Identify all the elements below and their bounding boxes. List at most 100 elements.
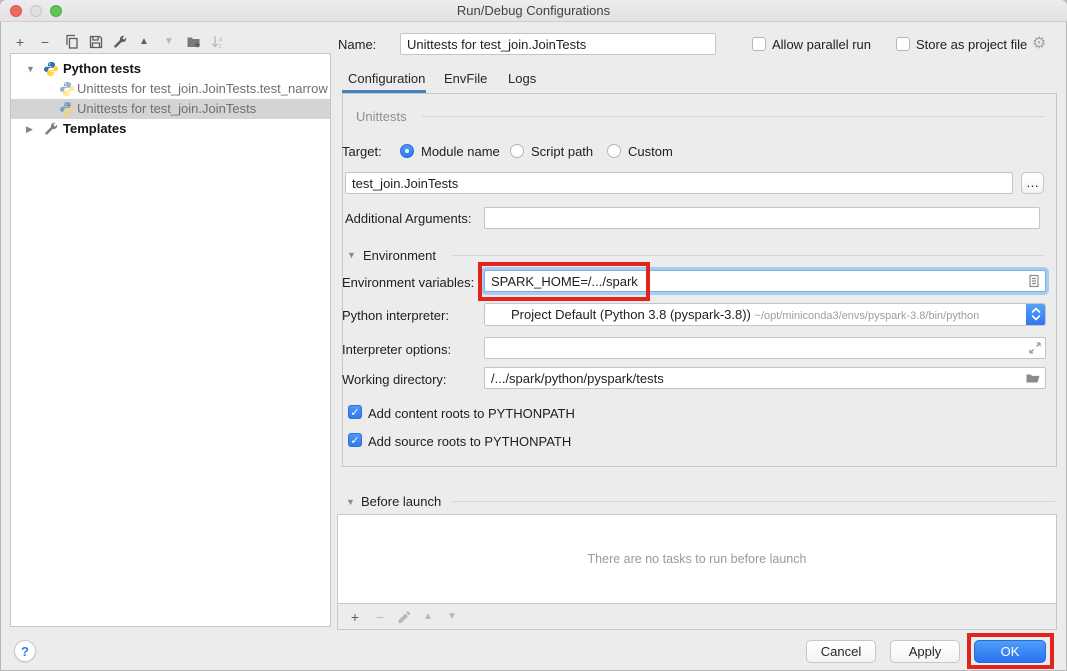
conda-environment-icon bbox=[491, 307, 507, 323]
python-interpreter-select[interactable]: Project Default (Python 3.8 (pyspark-3.8… bbox=[484, 303, 1046, 326]
remove-task-button[interactable]: − bbox=[372, 609, 388, 625]
radio-module-name-label: Module name bbox=[421, 144, 500, 159]
help-button[interactable]: ? bbox=[14, 640, 36, 662]
allow-parallel-run-label: Allow parallel run bbox=[772, 37, 871, 52]
environment-section-title[interactable]: Environment bbox=[363, 248, 436, 263]
ok-button[interactable]: OK bbox=[974, 640, 1046, 663]
python-test-icon bbox=[59, 101, 75, 117]
tree-item-label: Unittests for test_join.JoinTests bbox=[77, 99, 256, 119]
edit-task-button[interactable] bbox=[396, 609, 412, 625]
tree-group-python-tests[interactable]: ▼ Python tests bbox=[11, 59, 330, 79]
plus-icon: + bbox=[12, 34, 28, 50]
templates-wrench-icon bbox=[43, 121, 59, 137]
add-source-roots-label: Add source roots to PYTHONPATH bbox=[368, 434, 571, 449]
create-folder-button[interactable] bbox=[186, 34, 202, 50]
add-content-roots-checkbox[interactable]: ✓ bbox=[348, 405, 362, 419]
tree-group-label: Templates bbox=[63, 119, 126, 139]
tree-collapsed-icon[interactable]: ▶ bbox=[26, 119, 33, 139]
unittests-section-title: Unittests bbox=[356, 109, 407, 124]
interpreter-options-input[interactable] bbox=[484, 337, 1046, 359]
cancel-button[interactable]: Cancel bbox=[806, 640, 876, 663]
wrench-icon bbox=[112, 34, 128, 50]
tab-envfile[interactable]: EnvFile bbox=[444, 71, 487, 91]
select-stepper[interactable] bbox=[1026, 303, 1045, 326]
target-label: Target: bbox=[342, 144, 382, 159]
edit-templates-button[interactable] bbox=[112, 34, 128, 50]
tree-group-label: Python tests bbox=[63, 59, 141, 79]
radio-custom-label: Custom bbox=[628, 144, 673, 159]
radio-script-path-label: Script path bbox=[531, 144, 593, 159]
move-down-icon: ▼ bbox=[444, 609, 460, 625]
move-up-button[interactable]: ▲ bbox=[136, 34, 152, 50]
interpreter-path: ~/opt/miniconda3/envs/pyspark-3.8/bin/py… bbox=[755, 310, 980, 322]
minus-icon: − bbox=[37, 34, 53, 50]
python-interpreter-label: Python interpreter: bbox=[342, 308, 449, 323]
radio-module-name[interactable] bbox=[400, 144, 414, 158]
environment-variables-input[interactable] bbox=[484, 270, 1046, 292]
pencil-icon bbox=[396, 609, 412, 625]
before-launch-section-title[interactable]: Before launch bbox=[361, 494, 441, 509]
remove-configuration-button[interactable]: − bbox=[37, 34, 53, 50]
add-task-button[interactable]: + bbox=[347, 609, 363, 625]
copy-icon bbox=[64, 34, 80, 50]
copy-configuration-button[interactable] bbox=[64, 34, 80, 50]
title-bar: Run/Debug Configurations bbox=[0, 0, 1067, 22]
before-launch-task-list[interactable]: There are no tasks to run before launch bbox=[338, 515, 1056, 604]
tree-expanded-icon[interactable]: ▼ bbox=[26, 59, 35, 79]
python-tests-icon bbox=[43, 61, 59, 77]
before-launch-empty-message: There are no tasks to run before launch bbox=[588, 552, 807, 566]
working-directory-input[interactable] bbox=[484, 367, 1046, 389]
browse-module-button[interactable]: … bbox=[1021, 172, 1044, 194]
section-divider bbox=[452, 255, 1044, 256]
interpreter-options-label: Interpreter options: bbox=[342, 342, 451, 357]
apply-button[interactable]: Apply bbox=[890, 640, 960, 663]
gear-icon[interactable]: ⚙ bbox=[1032, 36, 1046, 52]
name-label: Name: bbox=[338, 37, 376, 52]
section-divider bbox=[422, 116, 1044, 117]
interpreter-name: Project Default (Python 3.8 (pyspark-3.8… bbox=[511, 307, 751, 322]
browse-folder-icon[interactable] bbox=[1025, 370, 1041, 386]
move-down-button[interactable]: ▼ bbox=[161, 34, 177, 50]
move-task-down-button[interactable]: ▼ bbox=[444, 609, 460, 625]
environment-variables-label: Environment variables: bbox=[342, 275, 474, 290]
radio-custom[interactable] bbox=[607, 144, 621, 158]
before-launch-panel: There are no tasks to run before launch … bbox=[337, 514, 1057, 630]
new-folder-icon bbox=[186, 34, 202, 50]
module-name-input[interactable] bbox=[345, 172, 1013, 194]
tree-item-label: Unittests for test_join.JoinTests.test_n… bbox=[77, 79, 328, 99]
tab-logs[interactable]: Logs bbox=[508, 71, 536, 91]
section-divider bbox=[452, 501, 1055, 502]
working-directory-label: Working directory: bbox=[342, 372, 447, 387]
environment-collapse-icon[interactable]: ▼ bbox=[347, 250, 356, 260]
add-configuration-button[interactable]: + bbox=[12, 34, 28, 50]
sort-az-icon bbox=[210, 34, 226, 50]
run-debug-configurations-dialog: Run/Debug Configurations + − ▲ ▼ ▼ Pytho… bbox=[0, 0, 1067, 671]
radio-script-path[interactable] bbox=[510, 144, 524, 158]
move-down-icon: ▼ bbox=[161, 34, 177, 50]
additional-arguments-label: Additional Arguments: bbox=[345, 211, 471, 226]
add-source-roots-checkbox[interactable]: ✓ bbox=[348, 433, 362, 447]
save-icon bbox=[88, 34, 104, 50]
move-task-up-button[interactable]: ▲ bbox=[420, 609, 436, 625]
window-title: Run/Debug Configurations bbox=[0, 3, 1067, 18]
move-up-icon: ▲ bbox=[420, 609, 436, 625]
additional-arguments-input[interactable] bbox=[484, 207, 1040, 229]
plus-icon: + bbox=[347, 609, 363, 625]
save-configuration-button[interactable] bbox=[88, 34, 104, 50]
allow-parallel-run-checkbox[interactable] bbox=[752, 37, 766, 51]
expand-field-icon[interactable] bbox=[1027, 340, 1043, 356]
tab-configuration[interactable]: Configuration bbox=[348, 71, 425, 91]
tree-item-test-narrow[interactable]: Unittests for test_join.JoinTests.test_n… bbox=[11, 79, 330, 99]
before-launch-collapse-icon[interactable]: ▼ bbox=[346, 497, 355, 507]
minus-icon: − bbox=[372, 609, 388, 625]
edit-variables-icon[interactable] bbox=[1026, 273, 1042, 289]
python-test-icon bbox=[59, 81, 75, 97]
add-content-roots-label: Add content roots to PYTHONPATH bbox=[368, 406, 575, 421]
move-up-icon: ▲ bbox=[136, 34, 152, 50]
sort-configurations-button[interactable] bbox=[210, 34, 226, 50]
name-input[interactable] bbox=[400, 33, 716, 55]
configurations-tree: ▼ Python tests Unittests for test_join.J… bbox=[10, 53, 331, 627]
tree-item-jointests-selected[interactable]: Unittests for test_join.JoinTests bbox=[11, 99, 330, 119]
store-as-project-file-checkbox[interactable] bbox=[896, 37, 910, 51]
tree-group-templates[interactable]: ▶ Templates bbox=[11, 119, 330, 139]
